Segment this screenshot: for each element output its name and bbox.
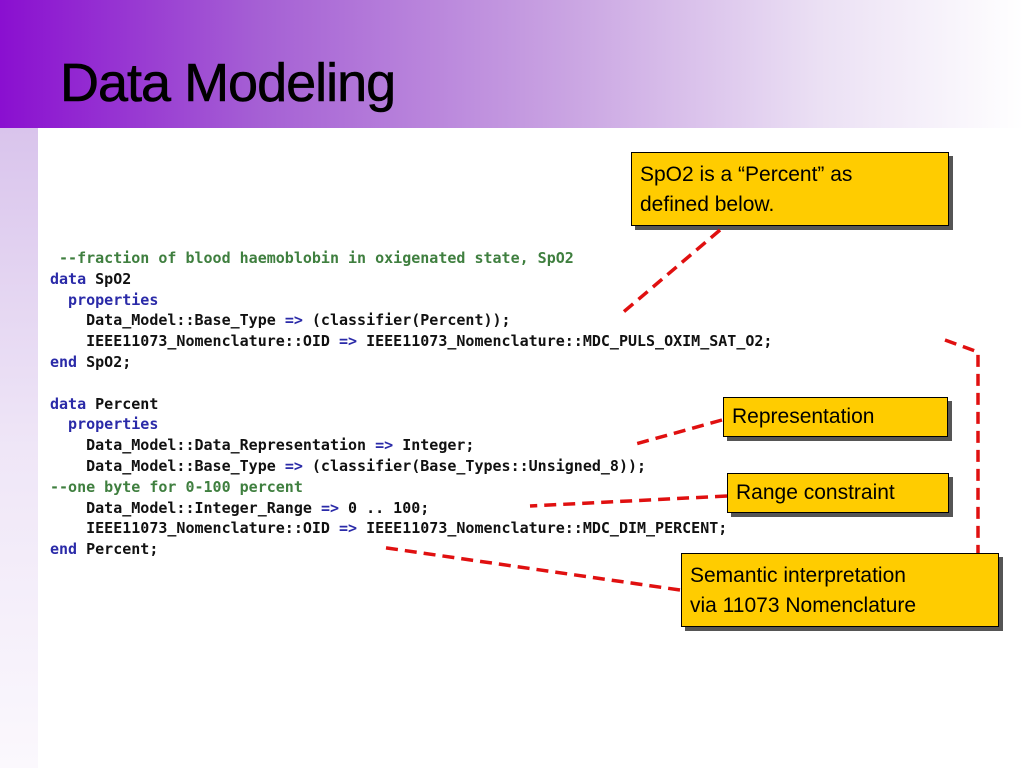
code-text: IEEE11073_Nomenclature::MDC_DIM_PERCENT; bbox=[357, 519, 728, 538]
callout-spo2-percent: SpO2 is a “Percent” as defined below. bbox=[631, 152, 949, 226]
code-listing: --fraction of blood haemoblobin in oxige… bbox=[50, 248, 772, 560]
code-line: Data_Model::Base_Type => (classifier(Bas… bbox=[50, 456, 772, 477]
code-line: Data_Model::Integer_Range => 0 .. 100; bbox=[50, 498, 772, 519]
code-keyword: data bbox=[50, 394, 87, 413]
code-keyword: end bbox=[50, 352, 78, 371]
code-line: --fraction of blood haemoblobin in oxige… bbox=[50, 248, 772, 269]
code-keyword: => bbox=[284, 456, 303, 475]
code-text: (classifier(Base_Types::Unsigned_8)); bbox=[302, 456, 647, 475]
code-text: Percent; bbox=[77, 540, 159, 559]
callout-semantic-line1: Semantic interpretation bbox=[690, 564, 906, 587]
code-text: Data_Model::Integer_Range bbox=[50, 498, 321, 517]
code-line: IEEE11073_Nomenclature::OID => IEEE11073… bbox=[50, 518, 772, 539]
code-line: data SpO2 bbox=[50, 269, 772, 290]
code-keyword: => bbox=[284, 311, 303, 330]
code-text: 0 .. 100; bbox=[339, 498, 430, 517]
code-line: Data_Model::Data_Representation => Integ… bbox=[50, 435, 772, 456]
code-text: IEEE11073_Nomenclature::OID bbox=[50, 332, 339, 351]
callout-semantic-line2: via 11073 Nomenclature bbox=[690, 594, 917, 617]
code-text: Integer; bbox=[393, 436, 475, 455]
code-line: end SpO2; bbox=[50, 352, 772, 373]
callout-spo2-line1: SpO2 is a “Percent” as bbox=[640, 163, 853, 186]
code-text: SpO2 bbox=[86, 269, 132, 288]
connector-oid bbox=[944, 338, 980, 553]
left-decor-strip bbox=[0, 128, 38, 768]
code-text: SpO2; bbox=[77, 352, 132, 371]
code-line: --one byte for 0-100 percent bbox=[50, 477, 772, 498]
code-line: data Percent bbox=[50, 394, 772, 415]
code-line: IEEE11073_Nomenclature::OID => IEEE11073… bbox=[50, 331, 772, 352]
code-text: (classifier(Percent)); bbox=[302, 311, 511, 330]
code-text: IEEE11073_Nomenclature::MDC_PULS_OXIM_SA… bbox=[357, 332, 773, 351]
code-keyword: => bbox=[375, 436, 394, 455]
code-text: Data_Model::Base_Type bbox=[50, 456, 285, 475]
code-keyword: => bbox=[320, 498, 339, 517]
code-keyword: data bbox=[50, 269, 87, 288]
code-comment: --fraction of blood haemoblobin in oxige… bbox=[50, 249, 574, 267]
code-keyword: properties bbox=[50, 290, 159, 309]
callout-semantic-interpretation: Semantic interpretation via 11073 Nomenc… bbox=[681, 553, 999, 627]
callout-representation: Representation bbox=[723, 397, 948, 437]
code-line: Data_Model::Base_Type => (classifier(Per… bbox=[50, 310, 772, 331]
code-line: end Percent; bbox=[50, 539, 772, 560]
code-comment: --one byte for 0-100 percent bbox=[50, 477, 303, 496]
code-keyword: => bbox=[338, 519, 358, 538]
code-keyword: end bbox=[50, 540, 78, 559]
code-keyword: => bbox=[338, 332, 358, 351]
code-line: properties bbox=[50, 290, 772, 311]
code-text: Data_Model::Data_Representation bbox=[50, 436, 376, 455]
code-line: properties bbox=[50, 414, 772, 435]
callout-range-constraint: Range constraint bbox=[727, 473, 949, 513]
slide-title: Data Modeling bbox=[60, 53, 397, 114]
code-text: Data_Model::Base_Type bbox=[50, 311, 285, 330]
code-keyword: properties bbox=[50, 415, 159, 434]
code-text: Percent bbox=[86, 394, 159, 413]
callout-spo2-line2: defined below. bbox=[640, 193, 775, 216]
code-text: IEEE11073_Nomenclature::OID bbox=[50, 519, 339, 538]
